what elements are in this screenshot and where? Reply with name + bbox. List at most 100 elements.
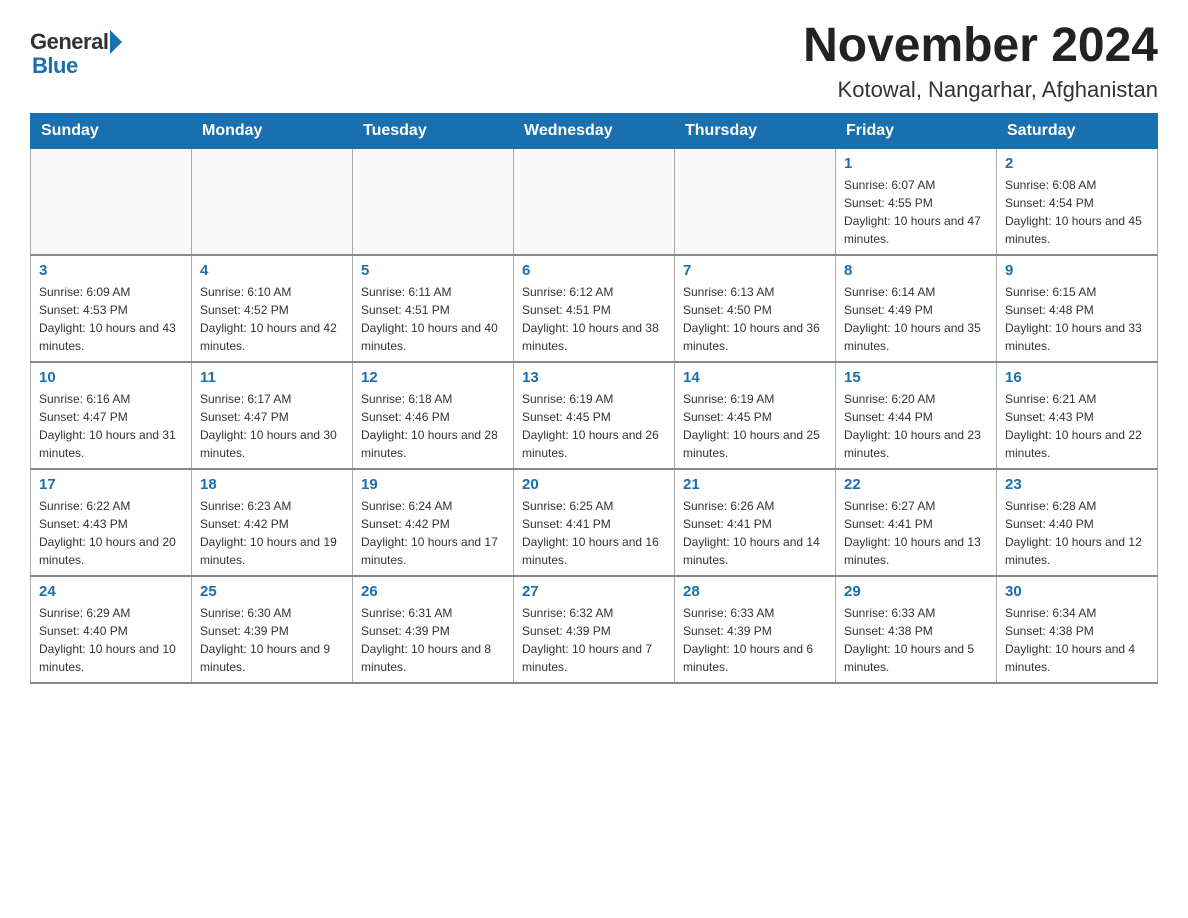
cell-sun-info: Sunrise: 6:08 AMSunset: 4:54 PMDaylight:…: [1005, 176, 1149, 248]
calendar-week-row: 17 Sunrise: 6:22 AMSunset: 4:43 PMDayligh…: [31, 469, 1158, 576]
calendar-cell: 24Sunrise: 6:29 AMSunset: 4:40 PMDayligh…: [31, 576, 192, 683]
cell-day-number: 4: [200, 262, 344, 279]
logo-text-general: General: [30, 30, 108, 54]
calendar-cell: 8 Sunrise: 6:14 AMSunset: 4:49 PMDaylight…: [836, 255, 997, 362]
weekday-header-thursday: Thursday: [675, 113, 836, 148]
calendar-title: November 2024: [803, 20, 1158, 73]
page-header: General Blue November 2024 Kotowal, Nang…: [30, 20, 1158, 103]
cell-sun-info: Sunrise: 6:14 AMSunset: 4:49 PMDaylight:…: [844, 283, 988, 355]
calendar-cell: 16 Sunrise: 6:21 AMSunset: 4:43 PMDayligh…: [997, 362, 1158, 469]
cell-day-number: 6: [522, 262, 666, 279]
calendar-cell: 5 Sunrise: 6:11 AMSunset: 4:51 PMDaylight…: [353, 255, 514, 362]
calendar-cell: 19 Sunrise: 6:24 AMSunset: 4:42 PMDayligh…: [353, 469, 514, 576]
cell-day-number: 14: [683, 369, 827, 386]
cell-sun-info: Sunrise: 6:28 AMSunset: 4:40 PMDaylight:…: [1005, 497, 1149, 569]
cell-day-number: 27: [522, 583, 666, 600]
cell-sun-info: Sunrise: 6:20 AMSunset: 4:44 PMDaylight:…: [844, 390, 988, 462]
title-block: November 2024 Kotowal, Nangarhar, Afghan…: [803, 20, 1158, 103]
calendar-cell: 15 Sunrise: 6:20 AMSunset: 4:44 PMDayligh…: [836, 362, 997, 469]
calendar-cell: 27 Sunrise: 6:32 AMSunset: 4:39 PMDayligh…: [514, 576, 675, 683]
cell-sun-info: Sunrise: 6:34 AMSunset: 4:38 PMDaylight:…: [1005, 604, 1149, 676]
cell-day-number: 15: [844, 369, 988, 386]
cell-day-number: 26: [361, 583, 505, 600]
calendar-cell: 21 Sunrise: 6:26 AMSunset: 4:41 PMDayligh…: [675, 469, 836, 576]
calendar-cell: 29 Sunrise: 6:33 AMSunset: 4:38 PMDayligh…: [836, 576, 997, 683]
cell-sun-info: Sunrise: 6:18 AMSunset: 4:46 PMDaylight:…: [361, 390, 505, 462]
cell-day-number: 10: [39, 369, 183, 386]
calendar-cell: 7Sunrise: 6:13 AMSunset: 4:50 PMDaylight…: [675, 255, 836, 362]
calendar-cell: [353, 148, 514, 255]
weekday-header-wednesday: Wednesday: [514, 113, 675, 148]
cell-sun-info: Sunrise: 6:21 AMSunset: 4:43 PMDaylight:…: [1005, 390, 1149, 462]
cell-sun-info: Sunrise: 6:33 AMSunset: 4:38 PMDaylight:…: [844, 604, 988, 676]
calendar-week-row: 24Sunrise: 6:29 AMSunset: 4:40 PMDayligh…: [31, 576, 1158, 683]
cell-sun-info: Sunrise: 6:16 AMSunset: 4:47 PMDaylight:…: [39, 390, 183, 462]
cell-day-number: 1: [844, 155, 988, 172]
calendar-cell: 12 Sunrise: 6:18 AMSunset: 4:46 PMDayligh…: [353, 362, 514, 469]
calendar-cell: 9 Sunrise: 6:15 AMSunset: 4:48 PMDaylight…: [997, 255, 1158, 362]
cell-day-number: 16: [1005, 369, 1149, 386]
calendar-subtitle: Kotowal, Nangarhar, Afghanistan: [803, 77, 1158, 103]
logo-triangle-icon: [110, 30, 122, 54]
calendar-cell: 13 Sunrise: 6:19 AMSunset: 4:45 PMDayligh…: [514, 362, 675, 469]
cell-sun-info: Sunrise: 6:23 AMSunset: 4:42 PMDaylight:…: [200, 497, 344, 569]
calendar-cell: 20 Sunrise: 6:25 AMSunset: 4:41 PMDayligh…: [514, 469, 675, 576]
cell-sun-info: Sunrise: 6:19 AMSunset: 4:45 PMDaylight:…: [683, 390, 827, 462]
cell-day-number: 28: [683, 583, 827, 600]
cell-day-number: 5: [361, 262, 505, 279]
calendar-week-row: 3Sunrise: 6:09 AMSunset: 4:53 PMDaylight…: [31, 255, 1158, 362]
calendar-cell: 4 Sunrise: 6:10 AMSunset: 4:52 PMDaylight…: [192, 255, 353, 362]
cell-sun-info: Sunrise: 6:31 AMSunset: 4:39 PMDaylight:…: [361, 604, 505, 676]
cell-sun-info: Sunrise: 6:25 AMSunset: 4:41 PMDaylight:…: [522, 497, 666, 569]
calendar-cell: 22 Sunrise: 6:27 AMSunset: 4:41 PMDayligh…: [836, 469, 997, 576]
calendar-cell: 3Sunrise: 6:09 AMSunset: 4:53 PMDaylight…: [31, 255, 192, 362]
calendar-cell: [31, 148, 192, 255]
cell-sun-info: Sunrise: 6:19 AMSunset: 4:45 PMDaylight:…: [522, 390, 666, 462]
cell-sun-info: Sunrise: 6:27 AMSunset: 4:41 PMDaylight:…: [844, 497, 988, 569]
cell-day-number: 23: [1005, 476, 1149, 493]
cell-sun-info: Sunrise: 6:15 AMSunset: 4:48 PMDaylight:…: [1005, 283, 1149, 355]
cell-sun-info: Sunrise: 6:22 AMSunset: 4:43 PMDaylight:…: [39, 497, 183, 569]
weekday-header-saturday: Saturday: [997, 113, 1158, 148]
cell-sun-info: Sunrise: 6:32 AMSunset: 4:39 PMDaylight:…: [522, 604, 666, 676]
cell-sun-info: Sunrise: 6:17 AMSunset: 4:47 PMDaylight:…: [200, 390, 344, 462]
calendar-cell: 18Sunrise: 6:23 AMSunset: 4:42 PMDayligh…: [192, 469, 353, 576]
cell-day-number: 17: [39, 476, 183, 493]
cell-sun-info: Sunrise: 6:24 AMSunset: 4:42 PMDaylight:…: [361, 497, 505, 569]
cell-day-number: 11: [200, 369, 344, 386]
logo: General Blue: [30, 30, 122, 78]
logo-text-blue: Blue: [32, 54, 122, 78]
cell-sun-info: Sunrise: 6:07 AMSunset: 4:55 PMDaylight:…: [844, 176, 988, 248]
cell-sun-info: Sunrise: 6:33 AMSunset: 4:39 PMDaylight:…: [683, 604, 827, 676]
cell-sun-info: Sunrise: 6:29 AMSunset: 4:40 PMDaylight:…: [39, 604, 183, 676]
calendar-cell: 30 Sunrise: 6:34 AMSunset: 4:38 PMDayligh…: [997, 576, 1158, 683]
calendar-cell: 11 Sunrise: 6:17 AMSunset: 4:47 PMDayligh…: [192, 362, 353, 469]
calendar-cell: [192, 148, 353, 255]
cell-sun-info: Sunrise: 6:11 AMSunset: 4:51 PMDaylight:…: [361, 283, 505, 355]
cell-day-number: 30: [1005, 583, 1149, 600]
cell-day-number: 19: [361, 476, 505, 493]
weekday-header-friday: Friday: [836, 113, 997, 148]
cell-sun-info: Sunrise: 6:13 AMSunset: 4:50 PMDaylight:…: [683, 283, 827, 355]
calendar-cell: 2 Sunrise: 6:08 AMSunset: 4:54 PMDaylight…: [997, 148, 1158, 255]
cell-sun-info: Sunrise: 6:10 AMSunset: 4:52 PMDaylight:…: [200, 283, 344, 355]
cell-day-number: 21: [683, 476, 827, 493]
cell-day-number: 25: [200, 583, 344, 600]
cell-sun-info: Sunrise: 6:09 AMSunset: 4:53 PMDaylight:…: [39, 283, 183, 355]
cell-day-number: 20: [522, 476, 666, 493]
calendar-cell: 26 Sunrise: 6:31 AMSunset: 4:39 PMDayligh…: [353, 576, 514, 683]
cell-sun-info: Sunrise: 6:26 AMSunset: 4:41 PMDaylight:…: [683, 497, 827, 569]
cell-day-number: 22: [844, 476, 988, 493]
cell-sun-info: Sunrise: 6:30 AMSunset: 4:39 PMDaylight:…: [200, 604, 344, 676]
cell-day-number: 8: [844, 262, 988, 279]
cell-day-number: 29: [844, 583, 988, 600]
cell-day-number: 13: [522, 369, 666, 386]
cell-day-number: 12: [361, 369, 505, 386]
calendar-cell: [675, 148, 836, 255]
calendar-cell: 25 Sunrise: 6:30 AMSunset: 4:39 PMDayligh…: [192, 576, 353, 683]
calendar-cell: [514, 148, 675, 255]
weekday-header-row: SundayMondayTuesdayWednesdayThursdayFrid…: [31, 113, 1158, 148]
weekday-header-tuesday: Tuesday: [353, 113, 514, 148]
cell-day-number: 9: [1005, 262, 1149, 279]
cell-day-number: 2: [1005, 155, 1149, 172]
